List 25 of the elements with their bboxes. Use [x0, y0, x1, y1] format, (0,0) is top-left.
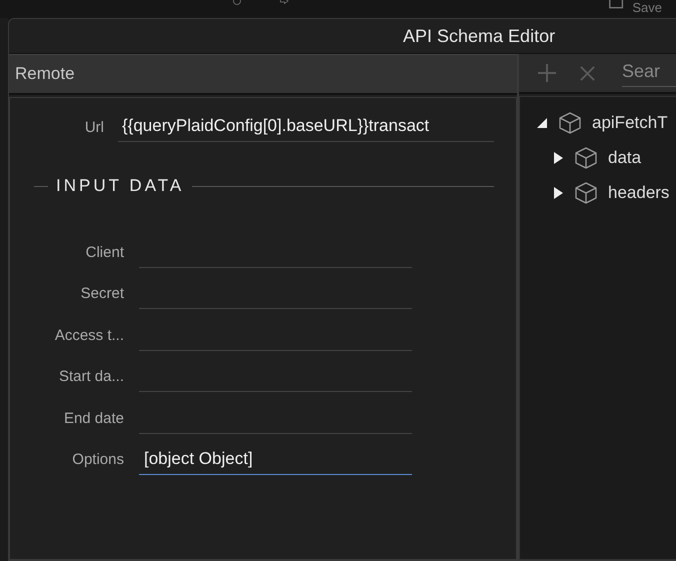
panel-title: Remote: [15, 64, 75, 84]
field-label: Secret: [80, 285, 125, 304]
section-title: INPUT DATA: [56, 176, 184, 196]
close-icon[interactable]: [579, 64, 596, 82]
cube-icon: [574, 146, 598, 170]
add-icon[interactable]: [537, 63, 557, 83]
search-field[interactable]: Sear: [622, 59, 676, 87]
input-field[interactable]: [object Object]: [139, 447, 412, 475]
field-label: Client: [84, 244, 125, 262]
cube-icon: [558, 110, 582, 134]
expanded-arrow-icon[interactable]: [536, 116, 548, 128]
collapsed-arrow-icon[interactable]: [552, 186, 564, 198]
window-title: API Schema Editor: [403, 26, 556, 46]
tree-item-label[interactable]: headers: [608, 182, 670, 202]
tree-item-label[interactable]: data: [608, 148, 642, 168]
field-label: Access t...: [54, 326, 125, 346]
field-label: Url: [84, 119, 105, 136]
field-label: Start da...: [58, 368, 125, 387]
field-label: Options: [71, 451, 125, 470]
tree-item-label[interactable]: apiFetchT: [592, 112, 668, 132]
save-label[interactable]: Save: [632, 0, 662, 16]
cube-icon: [574, 180, 598, 204]
collapsed-arrow-icon[interactable]: [552, 152, 564, 164]
url-field[interactable]: {{queryPlaidConfig[0].baseURL}}transact: [118, 113, 494, 142]
field-label: End date: [62, 410, 125, 428]
